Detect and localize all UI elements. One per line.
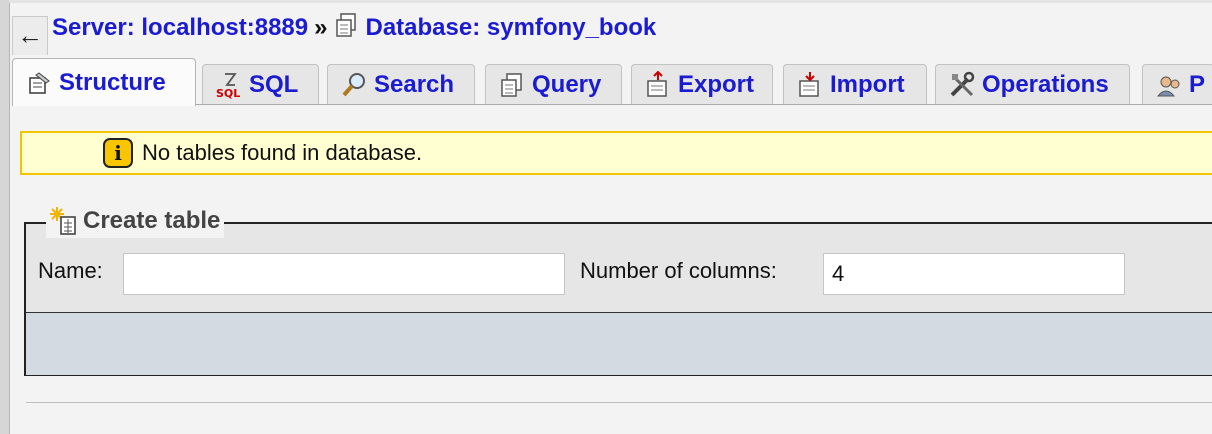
create-table-footer (26, 312, 1212, 375)
create-table-fieldset (24, 222, 1212, 376)
tab-query-label: Query (532, 71, 602, 98)
tab-export-label: Export (678, 71, 755, 98)
tab-privileges[interactable]: P (1142, 64, 1212, 105)
structure-icon (25, 69, 53, 97)
tab-sql-label: SQL (249, 71, 299, 98)
info-icon: i (103, 138, 133, 168)
tab-privileges-label: P (1189, 71, 1206, 98)
column-count-input[interactable] (823, 253, 1125, 295)
search-icon (340, 71, 368, 99)
page-divider (26, 402, 1212, 403)
left-frame-border (0, 0, 10, 434)
tab-operations[interactable]: Operations (935, 64, 1130, 105)
import-icon (796, 71, 824, 99)
table-name-label: Name: (38, 258, 103, 283)
privileges-icon (1155, 71, 1183, 99)
tab-bar: Structure SQL SQL Search Query Export Im… (12, 58, 1212, 106)
breadcrumb-separator: » (314, 14, 328, 41)
svg-text:SQL: SQL (216, 87, 240, 99)
tab-import[interactable]: Import (783, 64, 927, 105)
operations-icon (948, 71, 976, 99)
column-count-label: Number of columns: (580, 258, 777, 283)
create-table-legend-label: Create table (83, 207, 221, 234)
tab-search-label: Search (374, 71, 455, 98)
database-link[interactable]: Database: symfony_book (365, 14, 656, 42)
tab-operations-label: Operations (982, 71, 1109, 98)
breadcrumb: Server: localhost:8889 » Database: symfo… (52, 12, 656, 44)
tab-search[interactable]: Search (327, 64, 475, 105)
tab-structure-label: Structure (59, 68, 166, 96)
back-button[interactable]: ← (12, 16, 48, 55)
table-name-input[interactable] (123, 253, 565, 295)
database-icon (333, 12, 359, 45)
back-arrow-icon: ← (17, 20, 43, 50)
top-border (9, 0, 1212, 3)
create-table-legend: Create table (46, 204, 225, 238)
server-link[interactable]: Server: localhost:8889 (52, 14, 308, 42)
tab-import-label: Import (830, 71, 905, 98)
notice-text: No tables found in database. (142, 140, 423, 165)
tab-structure[interactable]: Structure (12, 58, 196, 106)
query-icon (498, 71, 526, 99)
sql-icon: SQL (215, 71, 243, 100)
create-table-icon (48, 205, 80, 237)
tab-export[interactable]: Export (631, 64, 773, 105)
tab-query[interactable]: Query (485, 64, 622, 105)
notice-message: i No tables found in database. (20, 131, 1212, 175)
export-icon (644, 70, 672, 99)
tab-sql[interactable]: SQL SQL (202, 64, 319, 105)
